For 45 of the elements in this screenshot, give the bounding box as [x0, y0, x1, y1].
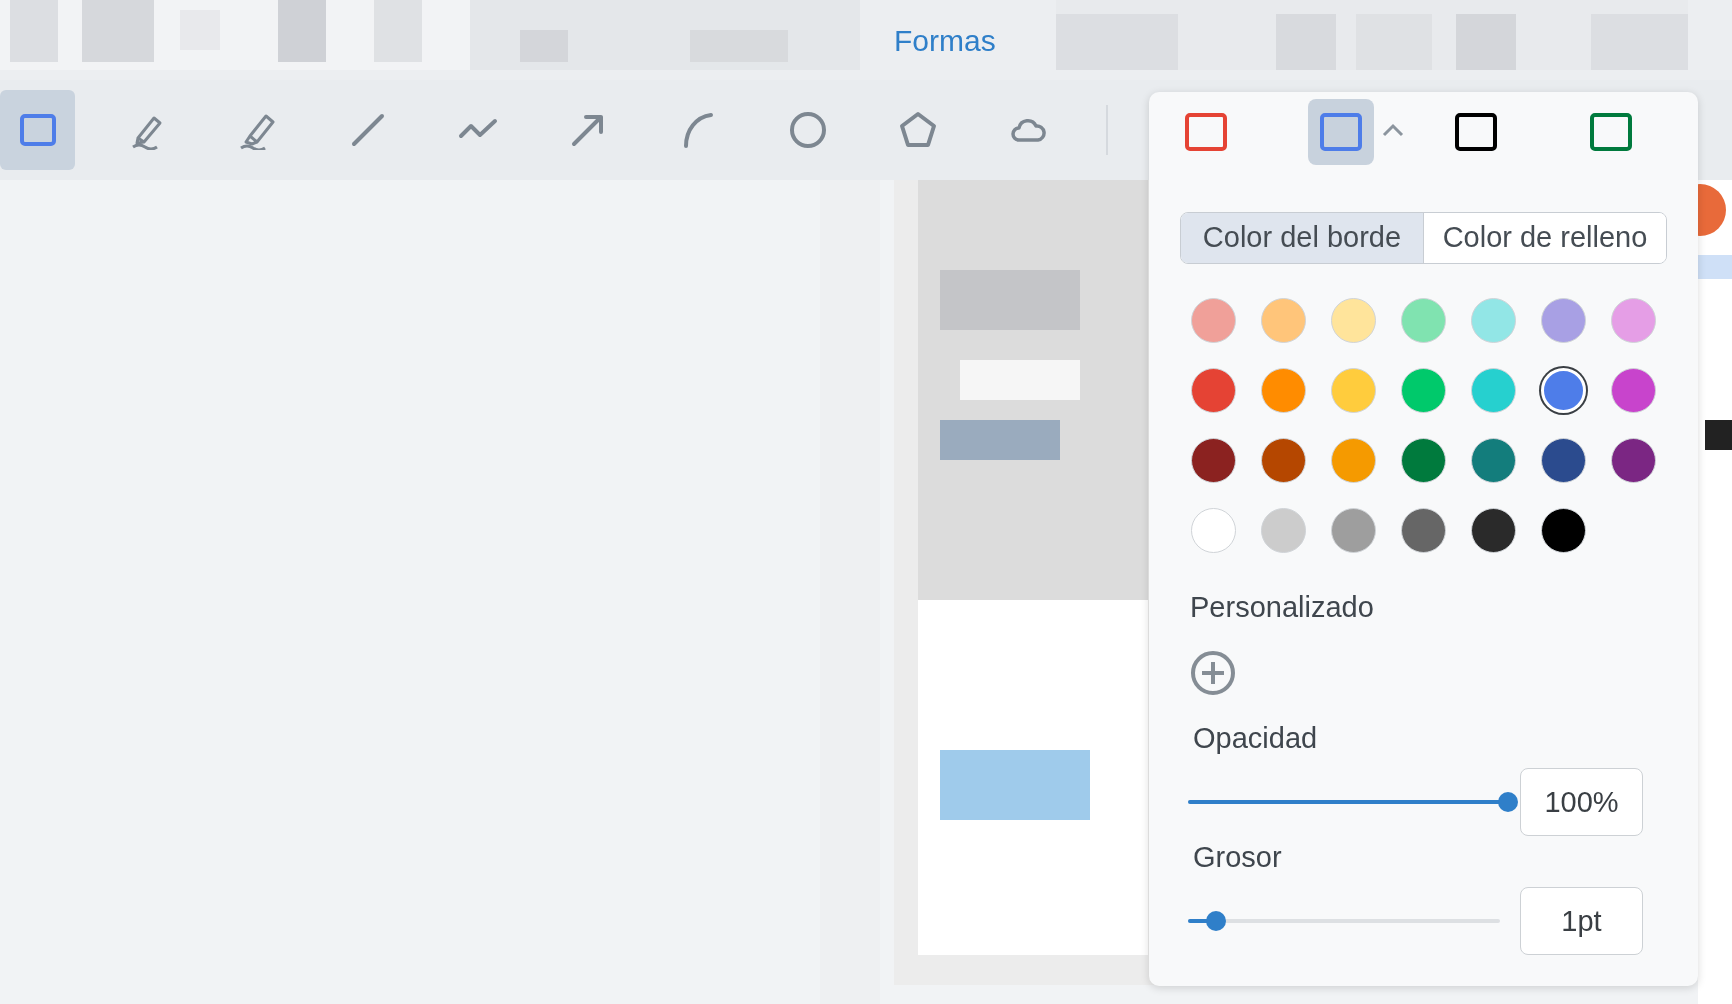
slider-thumb[interactable]: [1498, 792, 1518, 812]
color-swatch[interactable]: [1471, 438, 1516, 483]
color-swatch[interactable]: [1191, 368, 1236, 413]
color-swatch[interactable]: [1471, 298, 1516, 343]
color-swatch[interactable]: [1191, 508, 1236, 553]
tool-button[interactable]: [0, 90, 75, 170]
color-swatch[interactable]: [1611, 298, 1656, 343]
color-swatch[interactable]: [1331, 368, 1376, 413]
color-swatch[interactable]: [1471, 368, 1516, 413]
square-icon: [1185, 113, 1227, 151]
value-field[interactable]: 100%: [1520, 768, 1643, 836]
color-tab[interactable]: Color del borde: [1181, 213, 1424, 263]
color-swatch[interactable]: [1611, 438, 1656, 483]
color-swatch[interactable]: [1261, 368, 1306, 413]
add-color-button[interactable]: [1190, 650, 1236, 696]
color-swatch[interactable]: [1541, 438, 1586, 483]
square-icon: [1455, 113, 1497, 151]
color-swatch[interactable]: [1611, 368, 1656, 413]
color-swatch[interactable]: [1401, 298, 1446, 343]
pentagon-icon: [897, 110, 938, 150]
color-swatch[interactable]: [1331, 438, 1376, 483]
color-swatch[interactable]: [1401, 368, 1446, 413]
color-swatch[interactable]: [1541, 508, 1586, 553]
color-swatch[interactable]: [1541, 298, 1586, 343]
square-icon: [1590, 113, 1632, 151]
color-swatch[interactable]: [1261, 508, 1306, 553]
color-swatch[interactable]: [1191, 438, 1236, 483]
chevron-up-icon[interactable]: [1382, 123, 1404, 137]
circle-icon: [787, 110, 828, 150]
section-label: Personalizado: [1190, 590, 1374, 625]
header-title: Formas: [894, 22, 996, 59]
slider-thumb[interactable]: [1206, 911, 1227, 931]
color-swatch[interactable]: [1471, 508, 1516, 553]
color-swatch[interactable]: [1331, 508, 1376, 553]
color-swatch[interactable]: [1401, 438, 1446, 483]
square-icon: [1320, 113, 1362, 151]
color-swatch[interactable]: [1191, 298, 1236, 343]
color-swatch[interactable]: [1401, 508, 1446, 553]
setting-label: Opacidad: [1193, 721, 1318, 756]
value-field[interactable]: 1pt: [1520, 887, 1643, 955]
color-swatch[interactable]: [1331, 298, 1376, 343]
add-icon: [1190, 650, 1236, 696]
color-swatch[interactable]: [1261, 298, 1306, 343]
setting-label: Grosor: [1193, 840, 1282, 875]
color-swatch[interactable]: [1261, 438, 1306, 483]
